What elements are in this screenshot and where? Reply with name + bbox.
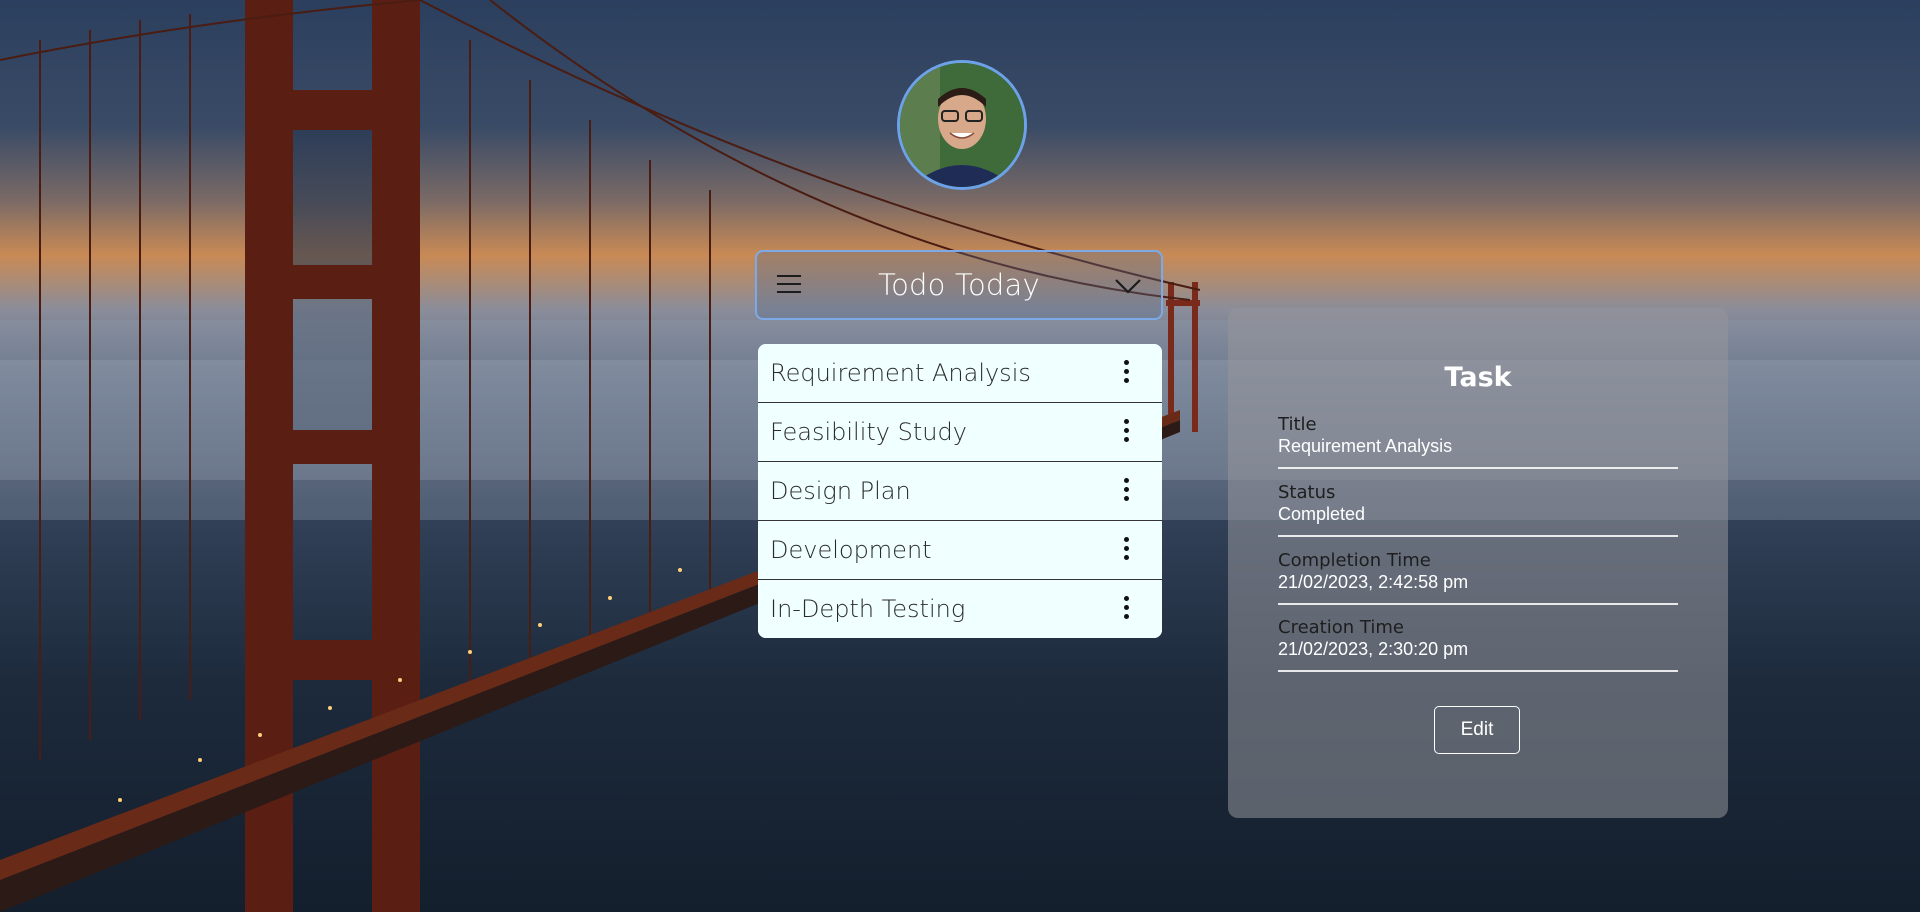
task-detail-panel: Task Title Requirement Analysis Status C… (1228, 308, 1728, 818)
list-item[interactable]: Development (758, 521, 1162, 580)
task-list: Requirement Analysis Feasibility Study D… (758, 344, 1162, 638)
title-field: Title Requirement Analysis (1278, 414, 1678, 469)
more-vertical-icon[interactable] (1124, 360, 1130, 386)
completion-time-field: Completion Time 21/02/2023, 2:42:58 pm (1278, 550, 1678, 605)
creation-time-field: Creation Time 21/02/2023, 2:30:20 pm (1278, 617, 1678, 672)
task-label: Feasibility Study (770, 418, 967, 446)
task-label: Development (770, 536, 932, 564)
chevron-down-icon[interactable] (1113, 276, 1143, 296)
list-item[interactable]: Requirement Analysis (758, 344, 1162, 403)
more-vertical-icon[interactable] (1124, 478, 1130, 504)
task-label: Requirement Analysis (770, 359, 1031, 387)
field-label: Creation Time (1278, 617, 1404, 638)
avatar[interactable] (897, 60, 1027, 190)
task-label: In-Depth Testing (770, 595, 966, 623)
more-vertical-icon[interactable] (1124, 419, 1130, 445)
more-vertical-icon[interactable] (1124, 537, 1130, 563)
status-field: Status Completed (1278, 482, 1678, 537)
list-item[interactable]: Design Plan (758, 462, 1162, 521)
panel-heading: Task (1444, 362, 1512, 393)
field-value: Requirement Analysis (1278, 436, 1453, 456)
list-item[interactable]: Feasibility Study (758, 403, 1162, 462)
profile-photo (900, 63, 1024, 187)
list-title: Todo Today (878, 268, 1040, 302)
field-value: 21/02/2023, 2:30:20 pm (1278, 639, 1469, 659)
list-selector[interactable]: Todo Today (755, 250, 1163, 320)
field-label: Completion Time (1278, 550, 1431, 571)
task-label: Design Plan (770, 477, 911, 505)
field-label: Status (1278, 482, 1336, 503)
field-label: Title (1278, 414, 1317, 435)
field-value: Completed (1278, 504, 1366, 524)
more-vertical-icon[interactable] (1124, 596, 1130, 622)
edit-button[interactable]: Edit (1434, 706, 1520, 754)
hamburger-icon[interactable] (777, 275, 801, 295)
list-item[interactable]: In-Depth Testing (758, 580, 1162, 638)
field-value: 21/02/2023, 2:42:58 pm (1278, 572, 1469, 592)
